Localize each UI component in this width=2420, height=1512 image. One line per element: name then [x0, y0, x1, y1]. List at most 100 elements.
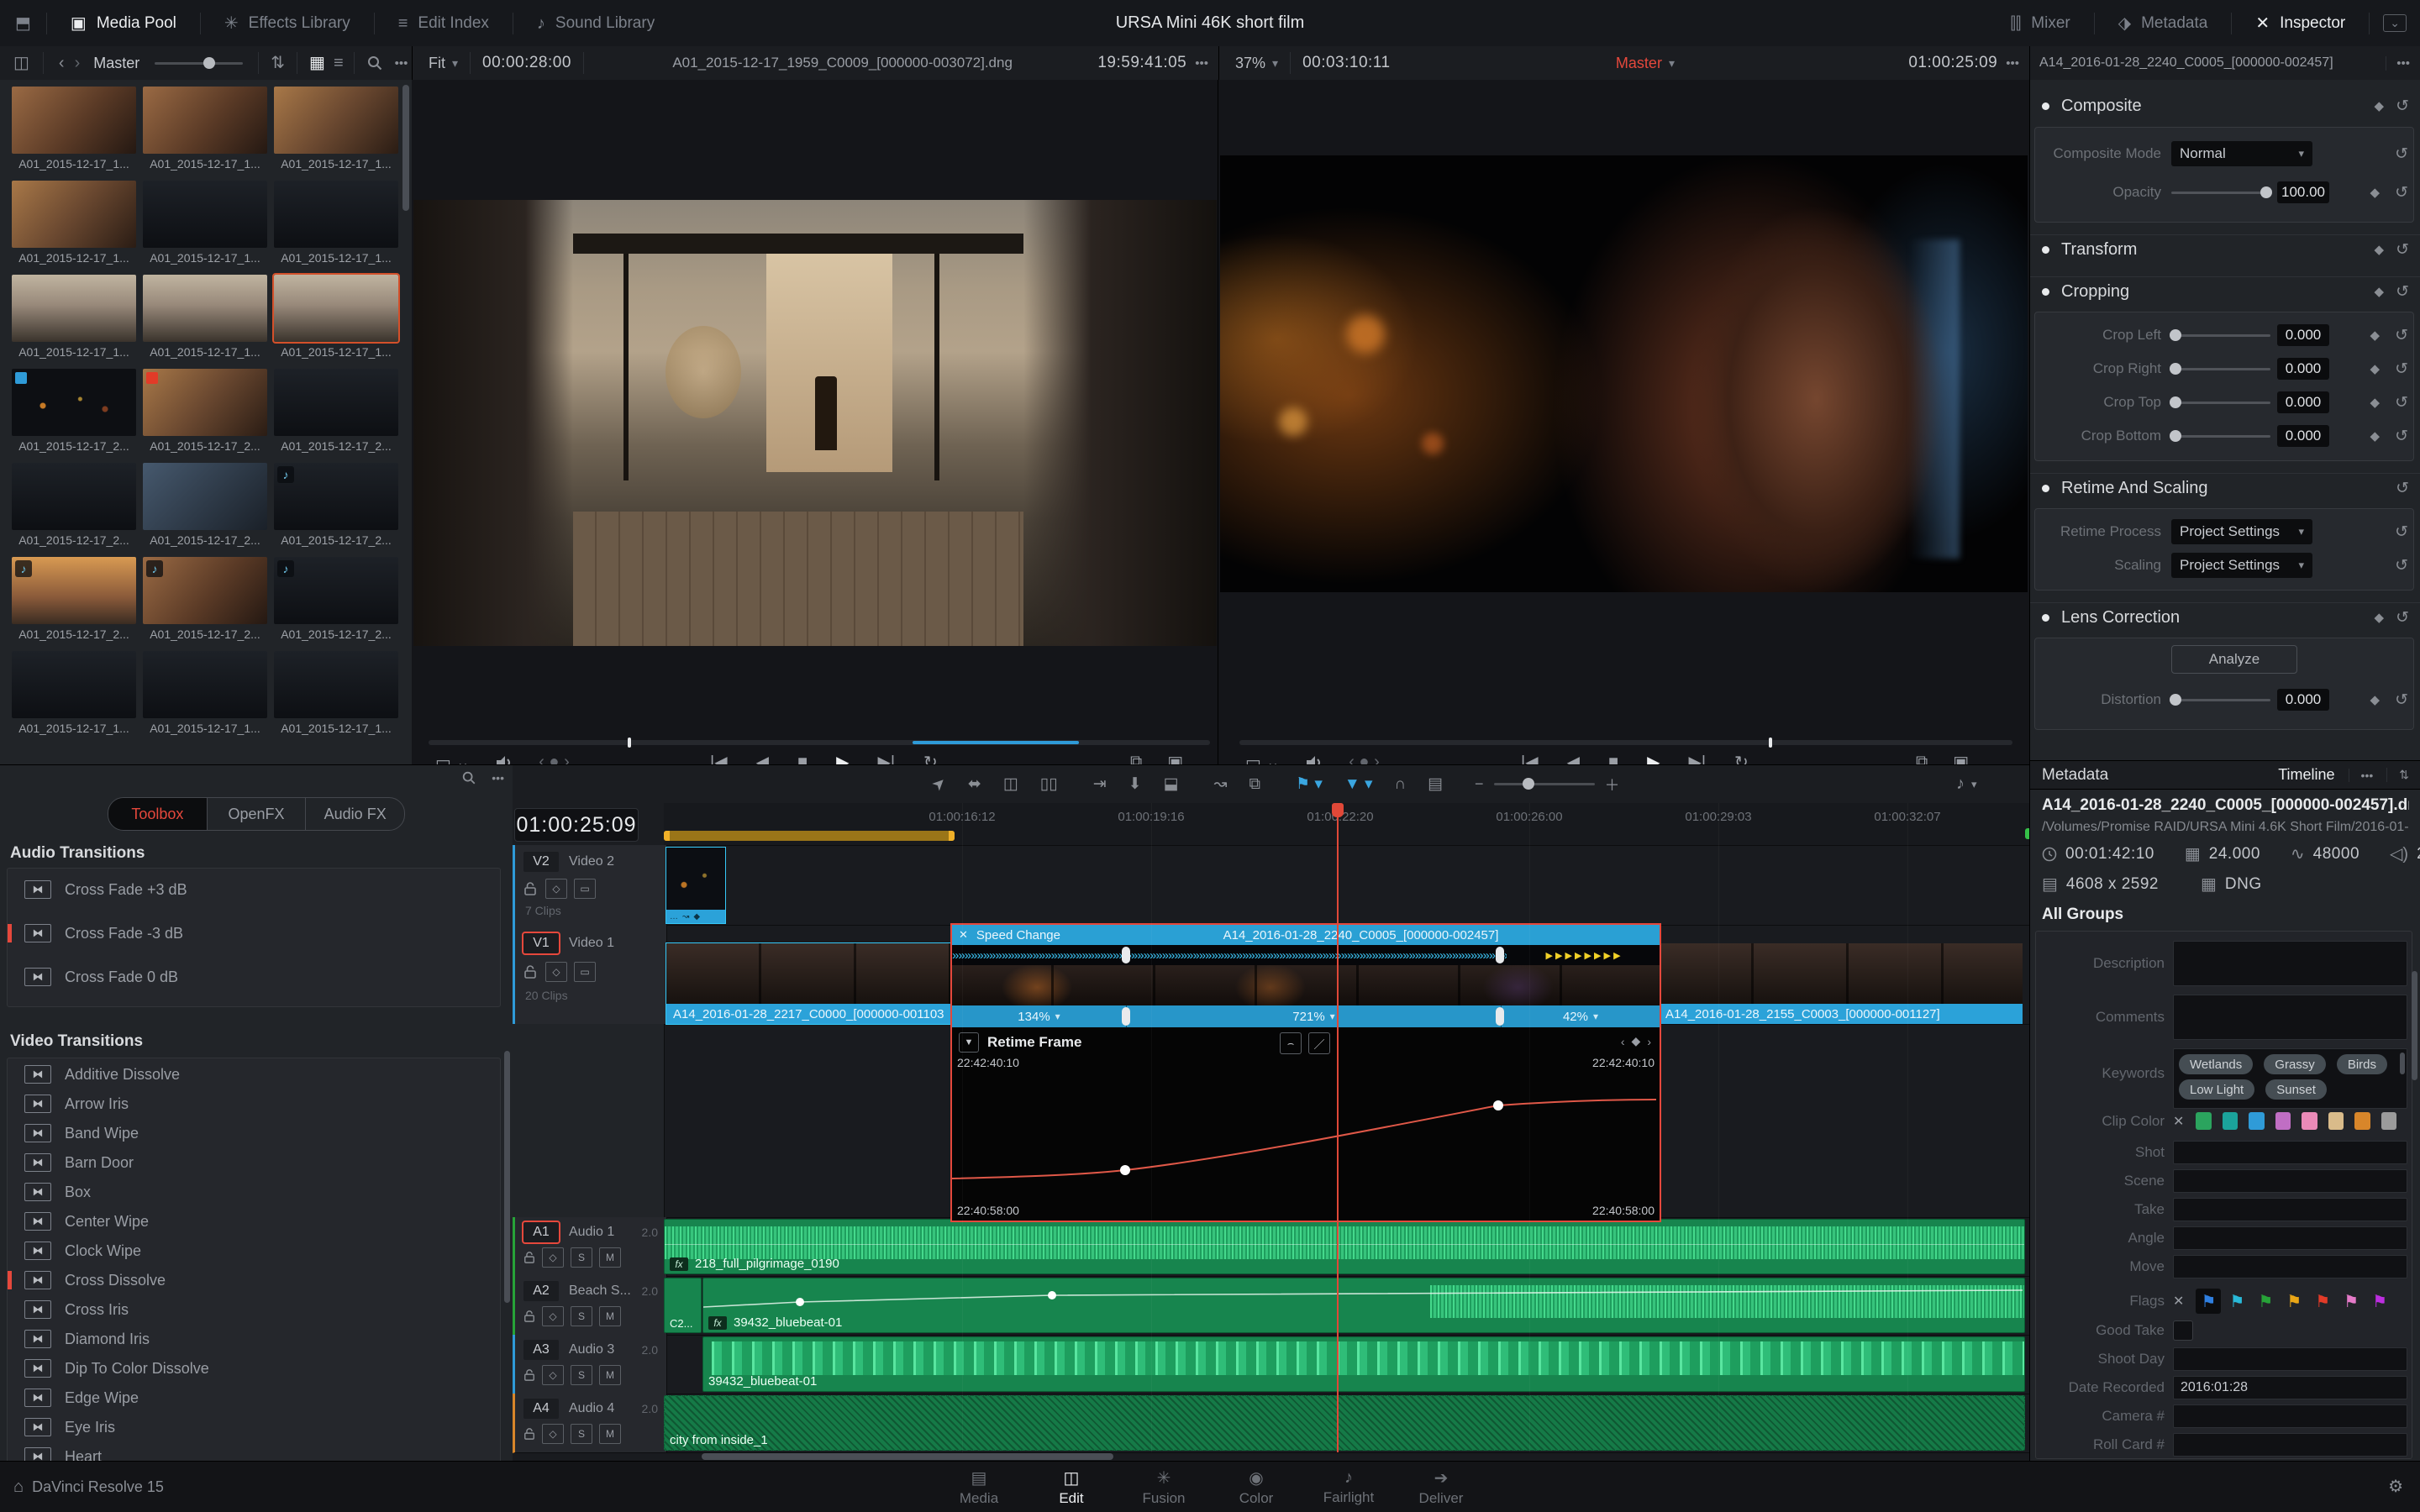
flag-icon[interactable]: ⚑ — [2258, 1291, 2273, 1312]
track-header-a1[interactable]: A1 Audio 1 2.0 ◇ S M — [513, 1217, 667, 1277]
audio-clip-a2[interactable]: fx 39432_bluebeat-01 — [702, 1278, 2025, 1333]
page-media[interactable]: ▤ Media — [933, 1467, 1025, 1507]
lock-icon[interactable] — [523, 1368, 535, 1382]
transition-item[interactable]: ⧓ Cross Fade -3 dB — [8, 924, 500, 942]
clip-color-swatch[interactable] — [2222, 1112, 2238, 1130]
lock-icon[interactable] — [523, 964, 537, 979]
video-clip-v2[interactable]: … ↝ ◆ — [666, 847, 726, 924]
retime-handle[interactable] — [1122, 947, 1130, 963]
composite-mode-dropdown[interactable]: Normal — [2171, 141, 2312, 166]
opacity-slider[interactable] — [2171, 186, 2272, 198]
media-clip[interactable]: ♪ A01_2015-12-17_2... — [274, 557, 398, 641]
track-a1-lane[interactable]: fx 218_full_pilgrimage_0190 — [664, 1217, 2029, 1277]
move-field[interactable] — [2173, 1255, 2407, 1278]
track-badge-a3[interactable]: A3 — [523, 1340, 559, 1360]
transition-item[interactable]: ⧓ Band Wipe — [8, 1124, 500, 1142]
auto-select-icon[interactable]: ◇ — [542, 1424, 564, 1444]
inspector-options-icon[interactable]: ••• — [2386, 55, 2410, 71]
timeline-scrub-playhead[interactable] — [1769, 738, 1772, 748]
reset-icon[interactable]: ↺ — [2396, 97, 2409, 116]
media-pool-toggle[interactable]: ▣ Media Pool — [47, 0, 200, 46]
zoom-out-icon[interactable]: − — [1475, 775, 1484, 793]
reset-icon[interactable]: ↺ — [2395, 144, 2408, 164]
clip-color-swatch[interactable] — [2381, 1112, 2397, 1130]
good-take-checkbox[interactable] — [2173, 1320, 2193, 1341]
metadata-toggle[interactable]: ⬗ Metadata — [2095, 0, 2232, 46]
transition-item[interactable]: ⧓ Edge Wipe — [8, 1389, 500, 1407]
reset-icon[interactable]: ↺ — [2396, 608, 2409, 627]
timeline-name-dropdown[interactable]: Master — [1391, 55, 1901, 72]
retime-curve-tool[interactable]: ↝ — [1214, 774, 1228, 794]
metadata-scrollbar[interactable] — [2412, 971, 2417, 1080]
roll-card-field[interactable] — [2173, 1433, 2407, 1457]
track-enable-icon[interactable]: ▭ — [574, 962, 596, 982]
keyframe-icon[interactable]: ◆ — [2375, 98, 2385, 113]
flag-icon[interactable]: ⚑ — [2315, 1291, 2330, 1312]
page-fusion[interactable]: ✳ Fusion — [1118, 1467, 1210, 1507]
angle-field[interactable] — [2173, 1226, 2407, 1250]
keyframe-icon[interactable]: ◆ — [2375, 242, 2385, 257]
transition-item[interactable]: ⧓ Box — [8, 1183, 500, 1201]
keyword-chip[interactable]: Low Light — [2179, 1079, 2255, 1100]
track-header-a3[interactable]: A3 Audio 3 2.0 ◇ S M — [513, 1335, 667, 1394]
media-clip[interactable]: A01_2015-12-17_1... — [12, 651, 136, 735]
forward-icon[interactable]: › — [75, 55, 81, 71]
metadata-options-icon[interactable]: ••• — [2348, 768, 2373, 782]
music-note-icon[interactable]: ♪ — [1956, 774, 1965, 794]
tab-openfx[interactable]: OpenFX — [206, 798, 306, 830]
keyframe-icon[interactable]: ◆ — [2375, 610, 2385, 625]
clip-color-swatch[interactable] — [2196, 1112, 2212, 1130]
timeline-ruler[interactable]: 01:00:16:12 01:00:19:16 01:00:22:20 01:0… — [664, 803, 2029, 846]
transition-item[interactable]: ⧓ Dip To Color Dissolve — [8, 1359, 500, 1378]
speed-handle[interactable] — [1496, 1007, 1504, 1026]
crop-right-slider[interactable] — [2170, 362, 2270, 375]
timeline-current-timecode[interactable]: 01:00:25:09 — [514, 808, 639, 842]
search-icon[interactable] — [366, 55, 383, 71]
clip-color-clear-icon[interactable]: ✕ — [2173, 1113, 2184, 1130]
flags-clear-icon[interactable]: ✕ — [2173, 1293, 2184, 1310]
track-header-a2[interactable]: A2 Beach S... 2.0 ◇ S M — [513, 1276, 667, 1336]
lens-section-header[interactable]: Lens Correction ◆ ↺ — [2030, 602, 2420, 632]
media-clip[interactable]: A01_2015-12-17_1... — [143, 87, 267, 171]
page-edit[interactable]: ◫ Edit — [1025, 1467, 1118, 1507]
sound-library-toggle[interactable]: ♪ Sound Library — [513, 0, 678, 46]
speed-change-group[interactable]: ✕ Speed Change A14_2016-01-28_2240_C0005… — [950, 923, 1661, 1222]
timeline-zoom-slider[interactable] — [1493, 778, 1595, 790]
list-view-icon[interactable]: ≡ — [334, 55, 344, 71]
clip-color-swatch[interactable] — [2249, 1112, 2265, 1130]
crop-bottom-value[interactable]: 0.000 — [2277, 425, 2329, 447]
lock-icon[interactable] — [523, 1251, 535, 1264]
keywords-field[interactable]: Wetlands Grassy Birds Low Light Sunset — [2173, 1048, 2407, 1109]
flag-icon[interactable]: ⚑ — [2286, 1291, 2302, 1312]
insert-clip-tool[interactable]: ⇥ — [1093, 774, 1107, 794]
track-badge-v2[interactable]: V2 — [523, 852, 559, 872]
source-clip-name[interactable]: A01_2015-12-17_1959_C0009_[000000-003072… — [596, 55, 1089, 71]
volume-automation[interactable] — [703, 1278, 2023, 1333]
media-clip[interactable]: A01_2015-12-17_1... — [143, 181, 267, 265]
retime-curve[interactable] — [952, 1027, 1656, 1217]
source-options-icon[interactable]: ••• — [1195, 56, 1208, 71]
source-viewer-image[interactable] — [413, 200, 1217, 646]
video-clip-v1-right[interactable]: A14_2016-01-28_2155_C0003_[000000-001127… — [1659, 943, 2023, 1024]
mute-button[interactable]: M — [599, 1365, 621, 1385]
marker-tool[interactable]: ▼ ▾ — [1344, 774, 1373, 794]
effects-library-toggle[interactable]: ✳ Effects Library — [201, 0, 374, 46]
audio-clip-a3[interactable]: 39432_bluebeat-01 — [702, 1336, 2025, 1392]
playhead[interactable] — [1332, 803, 1344, 1452]
clip-color-swatch[interactable] — [2275, 1112, 2291, 1130]
media-clip[interactable]: A01_2015-12-17_1... — [12, 181, 136, 265]
comments-field[interactable] — [2173, 995, 2407, 1040]
media-clip[interactable]: A01_2015-12-17_1... — [12, 87, 136, 171]
crop-bottom-slider[interactable] — [2170, 429, 2270, 442]
shoot-day-field[interactable] — [2173, 1347, 2407, 1371]
auto-select-icon[interactable]: ◇ — [542, 1247, 564, 1268]
scene-field[interactable] — [2173, 1169, 2407, 1193]
lock-icon[interactable] — [523, 881, 537, 896]
cropping-enable-dot[interactable] — [2042, 287, 2049, 296]
tab-audiofx[interactable]: Audio FX — [305, 798, 404, 830]
keywords-scrollbar[interactable] — [2400, 1053, 2405, 1074]
crop-top-slider[interactable] — [2170, 396, 2270, 408]
media-clip[interactable]: A01_2015-12-17_2... — [12, 463, 136, 547]
analyze-button[interactable]: Analyze — [2171, 645, 2297, 674]
speed-segment[interactable]: 134% — [952, 1005, 1127, 1027]
